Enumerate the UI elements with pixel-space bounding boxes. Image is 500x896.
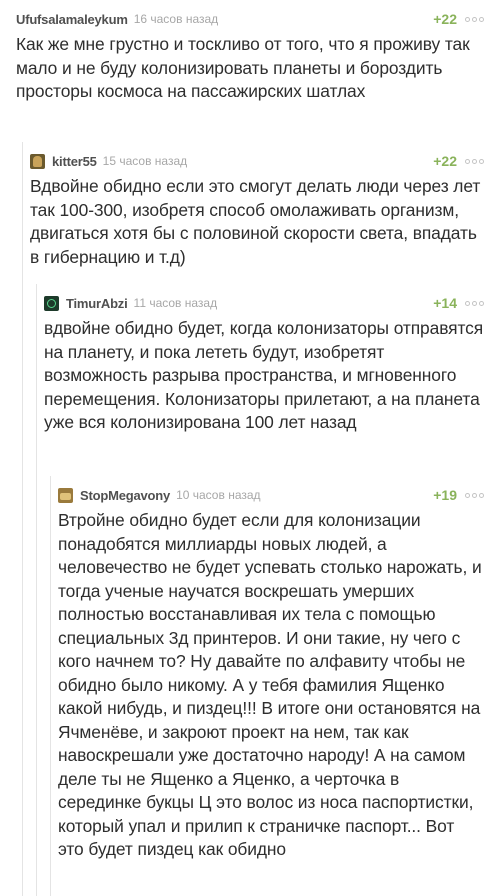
comment: kitter55 15 часов назад +22 Вдвойне обид… — [30, 150, 484, 269]
thread-line — [50, 476, 51, 896]
comment-timestamp[interactable]: 16 часов назад — [134, 12, 218, 26]
comment-text: Втройне обидно будет если для колонизаци… — [58, 510, 482, 859]
avatar[interactable] — [58, 487, 73, 503]
avatar[interactable] — [30, 153, 45, 169]
comment-header: kitter55 15 часов назад +22 — [30, 150, 484, 172]
thread-line — [22, 142, 23, 896]
comment-timestamp[interactable]: 10 часов назад — [176, 488, 260, 502]
more-options-icon[interactable] — [465, 16, 484, 22]
comment-username[interactable]: TimurAbzi — [66, 296, 128, 311]
comment-header: TimurAbzi 11 часов назад +14 — [44, 292, 484, 314]
comment-username[interactable]: StopMegavony — [80, 488, 170, 503]
comment: Ufufsalamaleykum 16 часов назад +22 Как … — [16, 8, 484, 104]
comment: TimurAbzi 11 часов назад +14 вдвойне оби… — [44, 292, 484, 435]
more-options-icon[interactable] — [465, 300, 484, 306]
more-options-icon[interactable] — [465, 492, 484, 498]
comment-username[interactable]: Ufufsalamaleykum — [16, 12, 128, 27]
comment-text: вдвойне обидно будет, когда колонизаторы… — [44, 318, 484, 432]
comment-text: Как же мне грустно и тоскливо от того, ч… — [16, 34, 470, 101]
comment-rating: +19 — [433, 487, 457, 503]
avatar[interactable] — [44, 295, 59, 311]
comment-rating: +14 — [433, 295, 457, 311]
comment-username[interactable]: kitter55 — [52, 154, 97, 169]
comment-timestamp[interactable]: 11 часов назад — [134, 296, 218, 310]
comment-rating: +22 — [433, 11, 457, 27]
comment: StopMegavony 10 часов назад +19 Втройне … — [58, 484, 484, 862]
comment-text: Вдвойне обидно если это смогут делать лю… — [30, 176, 481, 267]
thread-line — [36, 284, 37, 896]
comment-rating: +22 — [433, 153, 457, 169]
comment-header: StopMegavony 10 часов назад +19 — [58, 484, 484, 506]
more-options-icon[interactable] — [465, 158, 484, 164]
comment-timestamp[interactable]: 15 часов назад — [103, 154, 187, 168]
comment-header: Ufufsalamaleykum 16 часов назад +22 — [16, 8, 484, 30]
